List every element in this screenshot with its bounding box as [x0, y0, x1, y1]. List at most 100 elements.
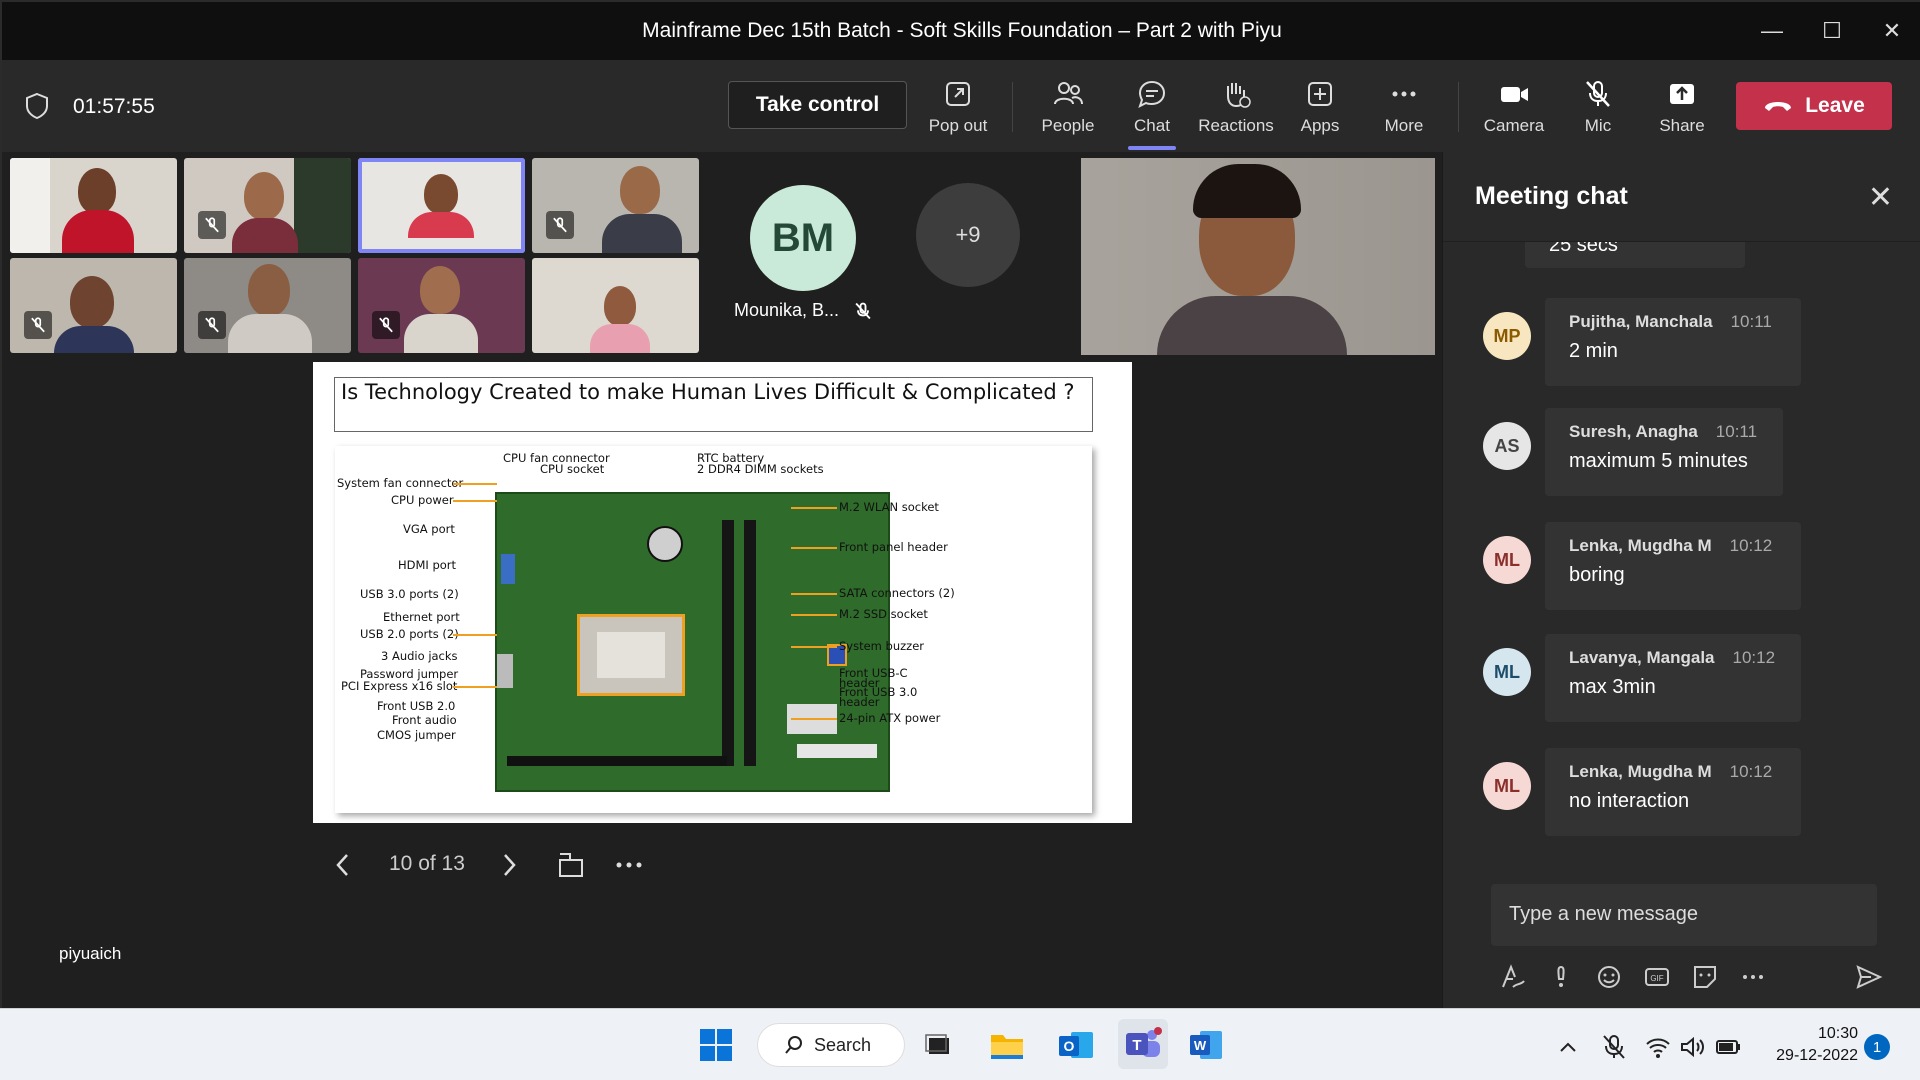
- take-control-button[interactable]: Take control: [728, 81, 907, 129]
- diagram-label: VGA port: [403, 522, 455, 536]
- slide-view-icon[interactable]: [556, 850, 586, 880]
- start-icon[interactable]: [694, 1023, 738, 1067]
- title-bar: Mainframe Dec 15th Batch - Soft Skills F…: [2, 2, 1920, 60]
- previous-slide-button[interactable]: [332, 852, 354, 878]
- slide-question-box: Is Technology Created to make Human Live…: [334, 377, 1093, 432]
- sender-name: Suresh, Anagha: [1569, 422, 1698, 441]
- reactions-button[interactable]: Reactions: [1194, 78, 1278, 144]
- shield-icon: [26, 92, 48, 120]
- word-icon[interactable]: W: [1184, 1023, 1228, 1067]
- mic-muted-icon: [546, 211, 574, 239]
- avatar: ML: [1483, 762, 1531, 810]
- teams-icon[interactable]: T: [1118, 1019, 1168, 1069]
- share-button[interactable]: Share: [1640, 78, 1724, 144]
- compose-placeholder: Type a new message: [1509, 903, 1698, 925]
- mic-button[interactable]: Mic: [1556, 78, 1640, 144]
- send-icon[interactable]: [1855, 963, 1883, 991]
- chat-message-text: maximum 5 minutes: [1569, 450, 1748, 472]
- camera-button[interactable]: Camera: [1472, 78, 1556, 144]
- video-tile[interactable]: [184, 158, 351, 253]
- video-tile[interactable]: [184, 258, 351, 353]
- diagram-label: 3 Audio jacks: [381, 649, 458, 663]
- chat-message-partial: 25 secs: [1525, 242, 1745, 268]
- diagram-label: Front panel header: [839, 540, 948, 554]
- slide-more-options-icon[interactable]: [614, 852, 644, 878]
- mic-muted-icon: [1586, 81, 1610, 107]
- more-dots-icon: [1392, 91, 1416, 97]
- diagram-label: M.2 SSD socket: [839, 607, 928, 621]
- video-tile[interactable]: [10, 258, 177, 353]
- avatar: ML: [1483, 648, 1531, 696]
- volume-icon[interactable]: [1678, 1033, 1706, 1061]
- file-explorer-icon[interactable]: [985, 1023, 1029, 1067]
- close-chat-icon[interactable]: ✕: [1868, 180, 1893, 215]
- apps-label: Apps: [1300, 116, 1340, 135]
- meeting-chat-panel: Meeting chat ✕ 25 secs MP Pujitha, Manch…: [1442, 152, 1920, 1008]
- diagram-label: CPU socket: [540, 462, 605, 476]
- video-tile[interactable]: [532, 158, 699, 253]
- raise-hand-icon: [1227, 83, 1251, 108]
- video-tile[interactable]: [358, 258, 525, 353]
- more-label: More: [1384, 116, 1424, 135]
- apps-button[interactable]: Apps: [1278, 78, 1362, 144]
- avatar: AS: [1483, 422, 1531, 470]
- participant-avatar[interactable]: BM: [750, 185, 856, 291]
- system-clock[interactable]: 10:30 29-12-2022: [1758, 1023, 1858, 1067]
- minimize-button[interactable]: —: [1742, 2, 1802, 60]
- diagram-label: CMOS jumper: [377, 728, 456, 742]
- add-app-icon: [1308, 82, 1332, 106]
- meeting-toolbar: 01:57:55 Take control Pop out People Cha…: [2, 60, 1920, 152]
- meeting-stage: BM Mounika, B... +9 Is Technology Create…: [2, 152, 1442, 1008]
- battery-icon[interactable]: [1714, 1033, 1742, 1061]
- mic-muted-icon[interactable]: [1600, 1033, 1628, 1061]
- gif-icon[interactable]: GIF: [1643, 963, 1671, 991]
- outlook-icon[interactable]: O: [1054, 1023, 1098, 1067]
- close-window-button[interactable]: ✕: [1862, 2, 1920, 60]
- mic-muted-icon: [198, 311, 226, 339]
- more-options-icon[interactable]: [1739, 963, 1767, 991]
- maximize-button[interactable]: ☐: [1802, 2, 1862, 60]
- diagram-label: USB 2.0 ports (2): [360, 627, 459, 641]
- motherboard-diagram: CPU fan connector CPU socket RTC battery…: [335, 446, 1092, 813]
- taskbar-search[interactable]: Search: [757, 1023, 905, 1067]
- leave-button[interactable]: Leave: [1736, 82, 1892, 130]
- message-compose-box[interactable]: Type a new message: [1491, 884, 1877, 946]
- chat-message-text: boring: [1569, 564, 1625, 586]
- next-slide-button[interactable]: [498, 852, 520, 878]
- people-button[interactable]: People: [1026, 78, 1110, 144]
- message-time: 10:12: [1729, 762, 1773, 781]
- chat-message-text: 25 secs: [1549, 242, 1618, 256]
- more-participants-button[interactable]: +9: [916, 183, 1020, 287]
- pop-out-button[interactable]: Pop out: [916, 78, 1000, 144]
- pop-out-label: Pop out: [928, 116, 988, 135]
- task-view-icon[interactable]: [916, 1023, 960, 1067]
- camera-label: Camera: [1483, 116, 1545, 135]
- video-tile-active-speaker[interactable]: [358, 158, 525, 253]
- video-tile[interactable]: [10, 158, 177, 253]
- notification-badge[interactable]: 1: [1864, 1034, 1890, 1060]
- windows-taskbar: Search O T W 10:30 29-12-2022 1: [0, 1008, 1920, 1080]
- important-icon[interactable]: [1547, 963, 1575, 991]
- diagram-label: M.2 WLAN socket: [839, 500, 939, 514]
- slide-question: Is Technology Created to make Human Live…: [341, 380, 1075, 404]
- sender-name: Lavanya, Mangala: [1569, 648, 1715, 667]
- diagram-label: System fan connector: [337, 476, 464, 490]
- diagram-label: USB 3.0 ports (2): [360, 587, 459, 601]
- video-tile[interactable]: [532, 258, 699, 353]
- wifi-icon[interactable]: [1644, 1033, 1672, 1061]
- share-icon: [1670, 84, 1694, 104]
- diagram-label: CPU power: [391, 493, 454, 507]
- spotlight-video[interactable]: [1081, 158, 1435, 355]
- more-button[interactable]: More: [1362, 78, 1446, 144]
- chevron-up-icon[interactable]: [1554, 1033, 1582, 1061]
- hang-up-icon: [1765, 102, 1792, 111]
- chat-button[interactable]: Chat: [1110, 78, 1194, 150]
- diagram-label: Front USB 2.0: [377, 699, 456, 713]
- format-icon[interactable]: [1499, 963, 1527, 991]
- leave-label: Leave: [1805, 94, 1865, 117]
- message-time: 10:11: [1730, 312, 1772, 331]
- message-time: 10:11: [1715, 422, 1758, 441]
- emoji-icon[interactable]: [1595, 963, 1623, 991]
- people-icon: [1054, 82, 1083, 105]
- sticker-icon[interactable]: [1691, 963, 1719, 991]
